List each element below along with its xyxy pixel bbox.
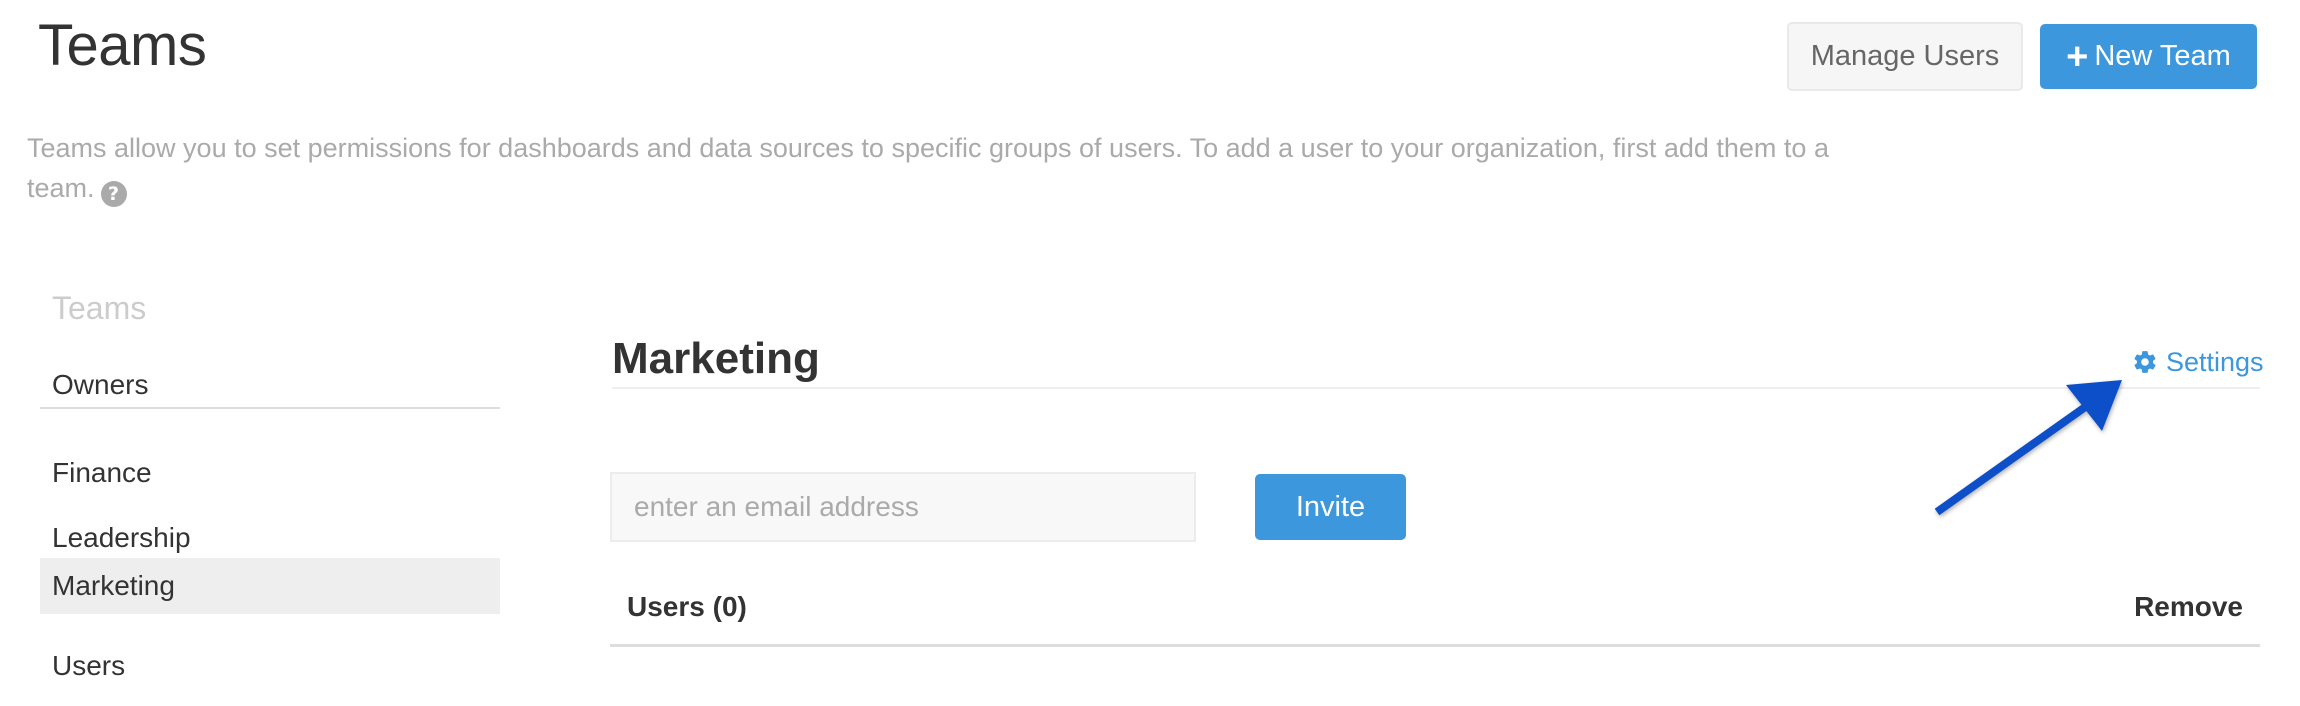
- sidebar-item-users[interactable]: Users: [40, 638, 500, 694]
- description-text: Teams allow you to set permissions for d…: [27, 133, 1829, 203]
- plus-icon: +: [2066, 35, 2089, 78]
- new-team-button[interactable]: + New Team: [2040, 24, 2257, 89]
- sidebar-item-finance[interactable]: Finance: [40, 445, 500, 501]
- sidebar-header: Teams: [52, 290, 147, 326]
- table-header-divider: [610, 644, 2260, 647]
- manage-users-button[interactable]: Manage Users: [1787, 22, 2023, 91]
- arrow-shape: [1934, 380, 2122, 516]
- settings-label: Settings: [2166, 346, 2264, 377]
- manage-users-label: Manage Users: [1810, 40, 2000, 72]
- question-circle-icon[interactable]: ?: [100, 181, 127, 207]
- team-title: Marketing: [612, 334, 820, 383]
- settings-link[interactable]: Settings: [2132, 344, 2264, 380]
- sidebar-divider: [40, 407, 500, 409]
- invite-label: Invite: [1295, 490, 1366, 523]
- title-divider: [612, 387, 2260, 389]
- sidebar-item-marketing[interactable]: Marketing: [40, 558, 500, 614]
- gear-icon: [2134, 351, 2156, 373]
- sidebar-item-owners[interactable]: Owners: [40, 357, 500, 413]
- page-description: Teams allow you to set permissions for d…: [27, 128, 1887, 208]
- invite-email-input[interactable]: [610, 472, 1196, 542]
- users-column-header: Users (0): [627, 591, 747, 622]
- remove-column-header: Remove: [2134, 591, 2243, 622]
- invite-button[interactable]: Invite: [1255, 474, 1406, 540]
- new-team-label: New Team: [2094, 40, 2231, 72]
- page-title: Teams: [38, 13, 207, 78]
